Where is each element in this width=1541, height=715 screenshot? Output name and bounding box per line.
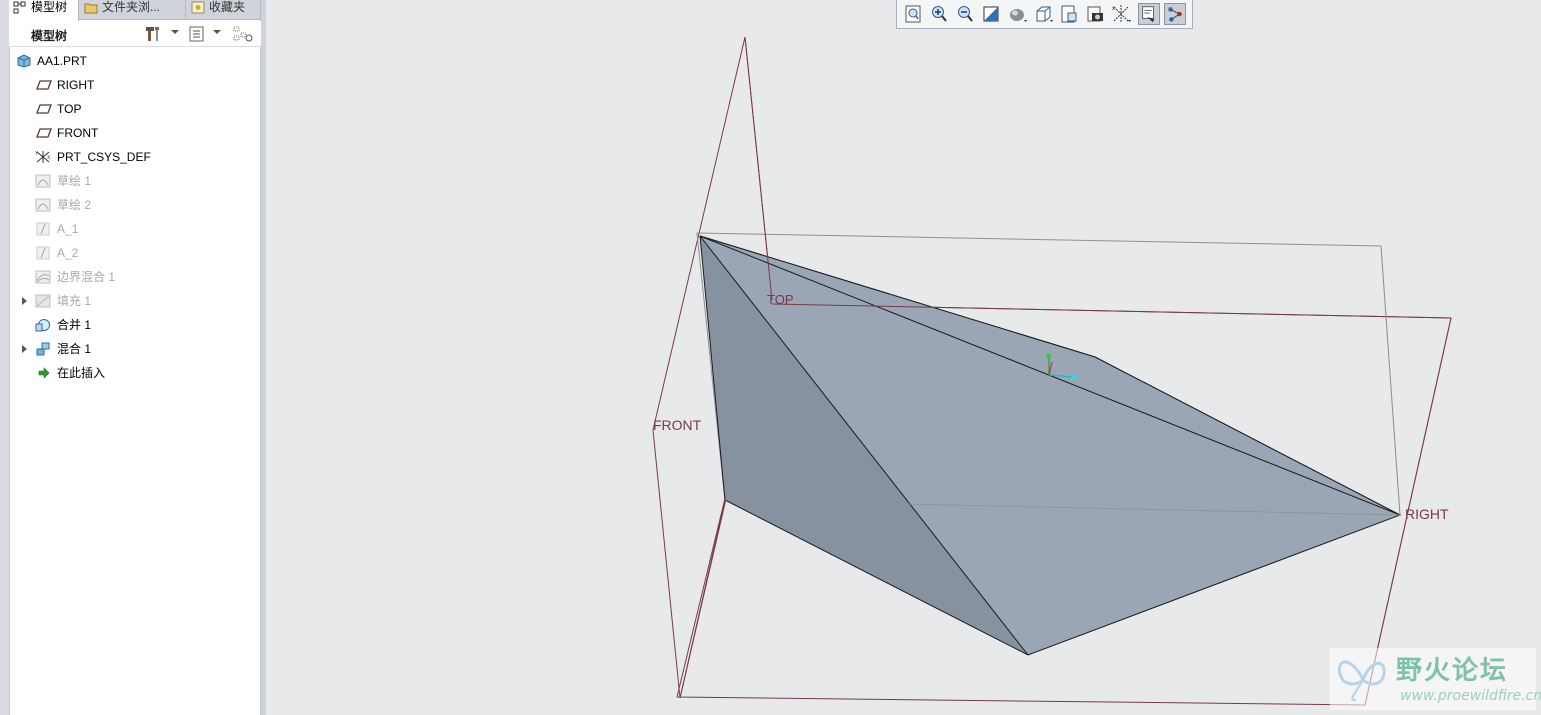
zoom-in-icon[interactable] [928, 3, 950, 25]
watermark-logo: 野火论坛 www.proewildfire.cn [1330, 648, 1541, 710]
view-manager-icon[interactable] [1058, 3, 1080, 25]
refit-icon[interactable] [902, 3, 924, 25]
top-plane-label: TOP [767, 292, 794, 307]
watermark-title: 野火论坛 [1396, 656, 1509, 686]
annotation-display-icon[interactable] [1138, 3, 1160, 25]
front-plane-label: FRONT [653, 417, 702, 433]
datum-display-icon[interactable]: x [1110, 3, 1132, 25]
butterfly-logo-icon [1337, 660, 1386, 702]
model-view: TOP FRONT RIGHT [652, 36, 1452, 706]
watermark-url: www.proewildfire.cn [1400, 688, 1541, 704]
saved-orientations-icon[interactable] [1032, 3, 1054, 25]
view-toolbar: x [896, 0, 1193, 29]
right-plane-label: RIGHT [1405, 506, 1449, 522]
zoom-out-icon[interactable] [954, 3, 976, 25]
display-style-icon[interactable] [1006, 3, 1028, 25]
camera-icon[interactable] [1084, 3, 1106, 25]
repaint-icon[interactable] [980, 3, 1002, 25]
spin-center-icon[interactable] [1164, 3, 1186, 25]
svg-text:x: x [1112, 6, 1115, 12]
